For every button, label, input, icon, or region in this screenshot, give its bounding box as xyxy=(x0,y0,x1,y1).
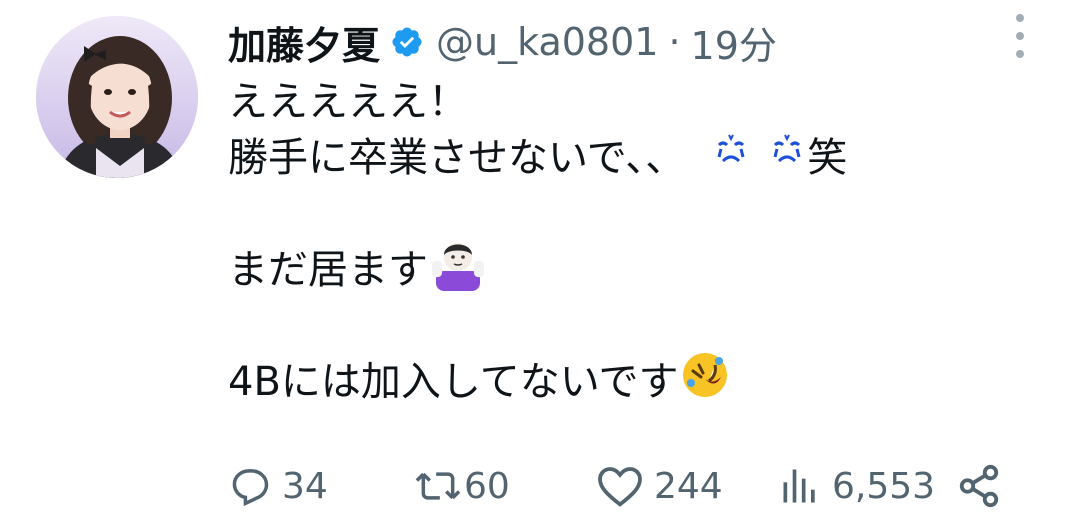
more-vertical-icon[interactable] xyxy=(1008,14,1032,58)
like-count: 244 xyxy=(654,465,723,507)
share-icon xyxy=(956,463,1002,509)
tweet-timestamp[interactable]: 19分 xyxy=(691,15,777,70)
author-name[interactable]: 加藤夕夏 xyxy=(228,15,380,70)
share-button[interactable] xyxy=(956,458,1002,514)
retweet-count: 60 xyxy=(464,465,510,507)
views-count: 6,553 xyxy=(832,465,936,507)
tweet-header: 加藤夕夏 @u_ka0801 · 19分 xyxy=(228,12,777,72)
views-chart-icon xyxy=(778,464,822,508)
text-line: 4Bには加入してないです xyxy=(228,352,1048,410)
reply-count: 34 xyxy=(282,465,328,507)
tweet-text: えええええ！ 勝手に卒業させないで、、 笑 まだ居ます 4Bには加入してないです xyxy=(228,74,1048,410)
author-handle[interactable]: @u_ka0801 xyxy=(436,20,658,64)
heart-icon xyxy=(596,464,644,508)
avatar[interactable] xyxy=(36,16,198,178)
like-button[interactable]: 244 xyxy=(596,458,723,514)
text-suffix: 笑 xyxy=(807,135,848,181)
verified-badge-icon xyxy=(390,25,424,59)
text-line: まだ居ます xyxy=(228,242,1048,298)
retweet-icon xyxy=(414,464,462,508)
reply-button[interactable]: 34 xyxy=(228,458,328,514)
text-line: 勝手に卒業させないで、、 笑 xyxy=(228,130,1048,186)
views-button[interactable]: 6,553 xyxy=(778,458,935,514)
reply-icon xyxy=(228,464,272,508)
shrug-emoji-icon xyxy=(430,235,486,306)
tweet-card[interactable]: 加藤夕夏 @u_ka0801 · 19分 えええええ！ 勝手に卒業させないで、、 xyxy=(0,0,1080,528)
retweet-button[interactable]: 60 xyxy=(414,458,510,514)
crying-face-emoji-icon xyxy=(711,130,751,186)
header-separator: · xyxy=(668,20,681,64)
rolling-laughing-emoji-icon xyxy=(681,351,729,414)
crying-face-emoji-icon xyxy=(767,130,807,186)
action-bar: 34 60 244 6,553 xyxy=(228,458,1028,514)
text-line: えええええ！ xyxy=(228,79,468,125)
